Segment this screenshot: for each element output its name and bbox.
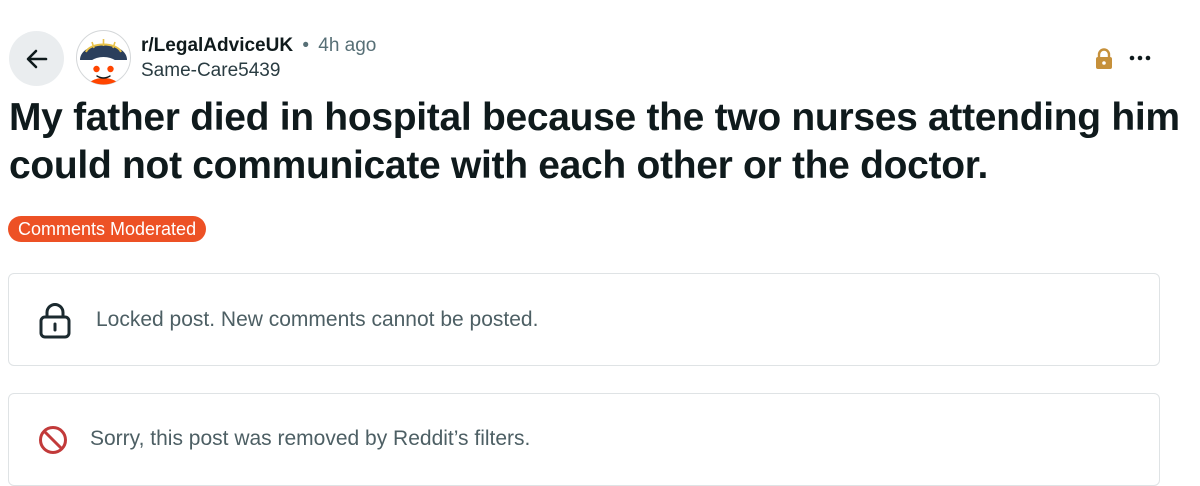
removed-notice: Sorry, this post was removed by Reddit’s… (8, 393, 1160, 486)
lock-icon (38, 302, 72, 340)
subreddit-avatar[interactable] (76, 30, 131, 85)
lock-icon (1096, 48, 1112, 69)
post-title[interactable]: My father died in hospital because the t… (9, 94, 1189, 190)
back-button[interactable] (9, 31, 64, 86)
post-meta: r/LegalAdviceUK • 4h ago Same-Care5439 (141, 33, 376, 83)
locked-notice: Locked post. New comments cannot be post… (8, 273, 1160, 366)
meta-separator: • (302, 35, 309, 56)
author-username[interactable]: Same-Care5439 (141, 58, 376, 83)
removed-notice-text: Sorry, this post was removed by Reddit’s… (90, 427, 531, 450)
post-time: 4h ago (318, 35, 377, 56)
prohibited-icon (38, 425, 68, 455)
more-horizontal-icon (1129, 55, 1151, 61)
arrow-left-icon (26, 49, 47, 68)
post-flair[interactable]: Comments Moderated (8, 216, 207, 242)
locked-notice-text: Locked post. New comments cannot be post… (96, 308, 539, 331)
more-options-button[interactable] (1128, 46, 1152, 70)
subreddit-link[interactable]: r/LegalAdviceUK (141, 35, 293, 56)
